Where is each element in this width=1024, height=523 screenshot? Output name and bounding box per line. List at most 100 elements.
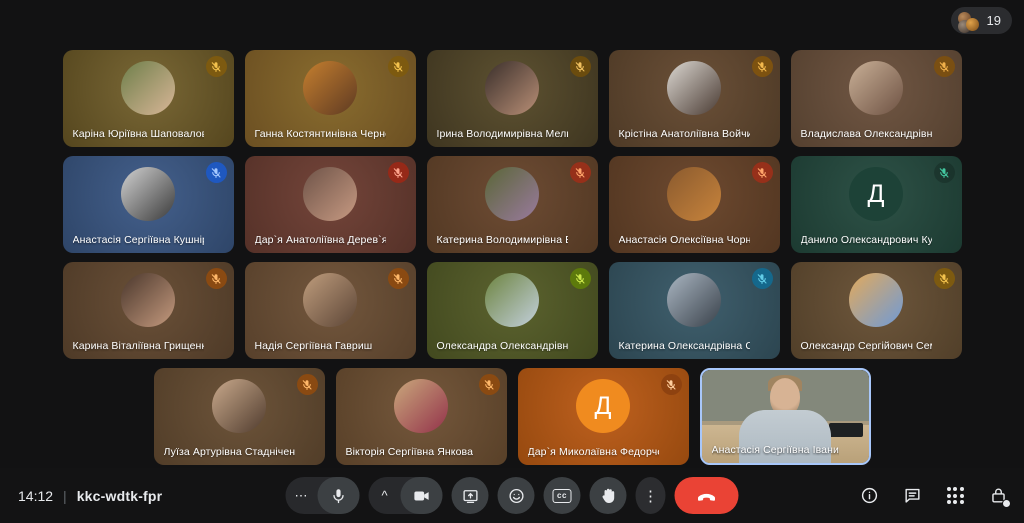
reactions-button[interactable] [498, 477, 535, 514]
avatar [849, 61, 903, 115]
meeting-details-button[interactable] [859, 486, 879, 506]
participant-name: Катерина Володимирівна Бат... [437, 234, 568, 246]
avatar [667, 167, 721, 221]
microphone-control[interactable]: ⋯ [286, 477, 360, 514]
mic-muted-icon [570, 268, 591, 289]
mic-muted-icon [388, 268, 409, 289]
avatar [667, 61, 721, 115]
mic-options-icon[interactable]: ⋯ [286, 488, 318, 504]
participant-grid: Каріна Юріївна Шаповалова Ганна Костянти… [0, 50, 1024, 465]
avatar [303, 167, 357, 221]
participant-name: Владислава Олександрівна ... [801, 128, 932, 140]
participant-name: Анастасія Олексіївна Чорноів... [619, 234, 750, 246]
participant-name: Вікторія Сергіївна Янкова [346, 446, 477, 458]
avatar [121, 273, 175, 327]
camera-icon[interactable] [401, 477, 443, 514]
mic-muted-icon [206, 56, 227, 77]
mic-muted-icon [570, 162, 591, 183]
mic-muted-icon [388, 56, 409, 77]
mic-muted-icon [661, 374, 682, 395]
participant-name: Анастасія Сергіївна Іваницька [712, 444, 839, 456]
mic-muted-icon [752, 56, 773, 77]
captions-icon: cc [553, 489, 572, 503]
mic-muted-icon [206, 268, 227, 289]
host-controls-badge [1002, 499, 1011, 508]
participant-tile[interactable]: Катерина Олександрівна Са... [609, 262, 780, 359]
participant-name: Анастасія Сергіївна Кушнірен... [73, 234, 204, 246]
end-call-button[interactable] [675, 477, 739, 514]
activities-button[interactable] [945, 486, 965, 506]
participant-tile[interactable]: Крістіна Анатоліївна Войчик [609, 50, 780, 147]
avatar [121, 61, 175, 115]
participant-name: Ганна Костянтинівна Черненко [255, 128, 386, 140]
meet-window: 19 Каріна Юріївна Шаповалова Ганна Костя… [0, 0, 1024, 523]
participant-tile[interactable]: Ірина Володимирівна Мельник [427, 50, 598, 147]
mic-muted-icon [297, 374, 318, 395]
avatar [485, 61, 539, 115]
camera-options-icon[interactable]: ^ [369, 488, 401, 503]
microphone-icon[interactable] [318, 477, 360, 514]
mic-muted-icon [934, 268, 955, 289]
letter-avatar: Д [576, 379, 630, 433]
mic-muted-icon [206, 162, 227, 183]
mic-muted-icon [570, 56, 591, 77]
participant-name: Олександр Сергійович Семе... [801, 340, 932, 352]
apps-grid-icon [947, 487, 964, 504]
avatar [303, 273, 357, 327]
avatar [485, 273, 539, 327]
participant-tile[interactable]: Олександр Сергійович Семе... [791, 262, 962, 359]
participant-name: Надія Сергіївна Гавриш [255, 340, 386, 352]
raise-hand-button[interactable] [590, 477, 627, 514]
participant-name: Крістіна Анатоліївна Войчик [619, 128, 750, 140]
captions-button[interactable]: cc [544, 477, 581, 514]
control-bar: 14:12 | kkc-wdtk-fpr ⋯ ^ [0, 468, 1024, 523]
host-controls-button[interactable] [988, 486, 1008, 506]
avatar [303, 61, 357, 115]
participants-mini-avatars [958, 12, 980, 30]
participant-tile[interactable]: Анастасія Сергіївна Іваницька [700, 368, 871, 465]
tile-row-4: Луїза Артурівна Стадніченко Вікторія Сер… [0, 368, 1024, 465]
avatar [485, 167, 539, 221]
mic-muted-icon [934, 162, 955, 183]
participant-name: Каріна Юріївна Шаповалова [73, 128, 204, 140]
participant-tile[interactable]: Олександра Олександрівна ... [427, 262, 598, 359]
participant-tile[interactable]: Д Дар`я Миколаївна Федорченко [518, 368, 689, 465]
panel-buttons [859, 486, 1008, 506]
participant-tile[interactable]: Анастасія Сергіївна Кушнірен... [63, 156, 234, 253]
participant-tile[interactable]: Катерина Володимирівна Бат... [427, 156, 598, 253]
participant-tile[interactable]: Карина Віталіївна Грищенко [63, 262, 234, 359]
participant-name: Карина Віталіївна Грищенко [73, 340, 204, 352]
avatar [849, 273, 903, 327]
mic-muted-icon [479, 374, 500, 395]
participant-tile[interactable]: Дар`я Анатоліївна Дерев`янко [245, 156, 416, 253]
more-options-button[interactable]: ⋮ [636, 477, 666, 514]
participant-tile[interactable]: Ганна Костянтинівна Черненко [245, 50, 416, 147]
participant-tile[interactable]: Каріна Юріївна Шаповалова [63, 50, 234, 147]
call-controls: ⋯ ^ [286, 477, 739, 514]
avatar [667, 273, 721, 327]
letter-avatar: Д [849, 167, 903, 221]
hang-up-icon [697, 486, 717, 506]
tile-row-3: Карина Віталіївна Грищенко Надія Сергіїв… [0, 262, 1024, 359]
meeting-code: kkc-wdtk-fpr [77, 488, 163, 504]
participant-name: Дар`я Анатоліївна Дерев`янко [255, 234, 386, 246]
chat-button[interactable] [902, 486, 922, 506]
mic-muted-icon [752, 162, 773, 183]
participant-tile[interactable]: Д Данило Олександрович Кучи... [791, 156, 962, 253]
participant-tile[interactable]: Владислава Олександрівна ... [791, 50, 962, 147]
mic-muted-icon [934, 56, 955, 77]
divider: | [63, 488, 67, 504]
participant-tile[interactable]: Надія Сергіївна Гавриш [245, 262, 416, 359]
participant-name: Ірина Володимирівна Мельник [437, 128, 568, 140]
camera-control[interactable]: ^ [369, 477, 443, 514]
meeting-info: 14:12 | kkc-wdtk-fpr [18, 488, 162, 504]
participant-tile[interactable]: Луїза Артурівна Стадніченко [154, 368, 325, 465]
present-screen-button[interactable] [452, 477, 489, 514]
participants-count-pill[interactable]: 19 [951, 7, 1012, 34]
avatar [212, 379, 266, 433]
participant-tile[interactable]: Анастасія Олексіївна Чорноів... [609, 156, 780, 253]
participant-name: Дар`я Миколаївна Федорченко [528, 446, 659, 458]
participant-name: Данило Олександрович Кучи... [801, 234, 932, 246]
participant-tile[interactable]: Вікторія Сергіївна Янкова [336, 368, 507, 465]
mic-muted-icon [388, 162, 409, 183]
